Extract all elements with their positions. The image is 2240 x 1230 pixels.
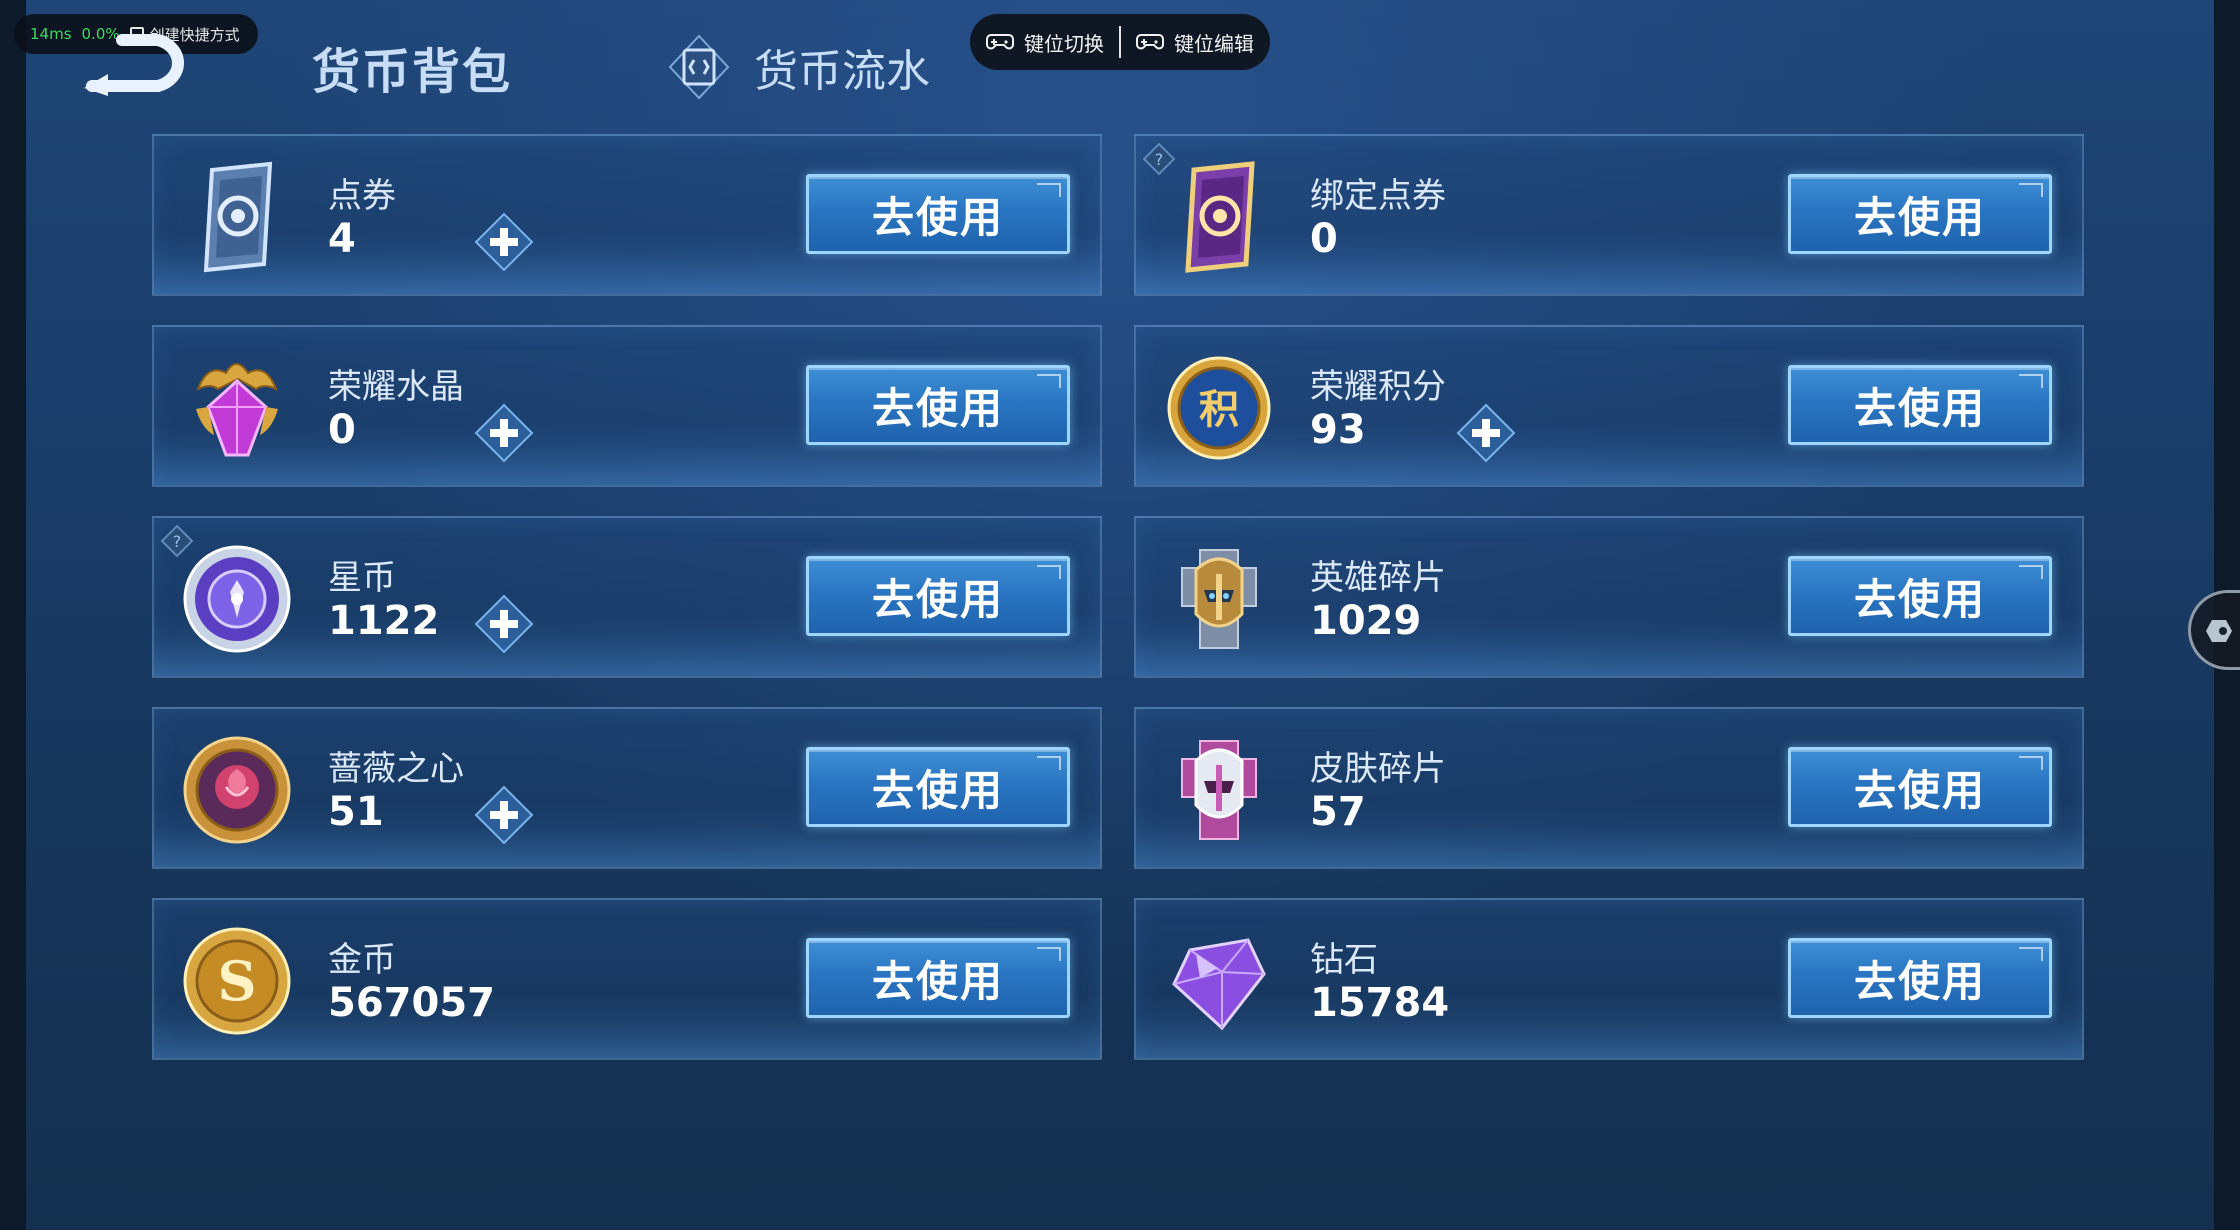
currency-flow-label: 货币流水 <box>754 46 930 97</box>
currency-card-star-coin: ? 星币 1122 去使用 <box>152 516 1102 678</box>
currency-name: 金币 <box>328 940 396 980</box>
diamond-icon <box>1172 938 1266 1031</box>
use-button[interactable]: 去使用 <box>806 556 1070 636</box>
currency-card-glory-points: 积 荣耀积分 93 去使用 <box>1134 325 2084 487</box>
use-button-label: 去使用 <box>871 574 1004 624</box>
currency-amount: 1122 <box>328 598 440 644</box>
use-button[interactable]: 去使用 <box>1788 747 2052 827</box>
keymap-edit-button[interactable]: 键位编辑 <box>1136 28 1254 57</box>
page-title: 货币背包 <box>312 44 513 100</box>
keymap-divider <box>1119 26 1121 58</box>
game-screen: 14ms 0.0% 创建快捷方式 键位切换 键位编辑 货币背包 货币流水 点券 … <box>0 0 2240 1230</box>
currency-name: 绑定点券 <box>1310 176 1446 216</box>
use-button-label: 去使用 <box>871 192 1004 242</box>
currency-amount: 0 <box>328 407 356 453</box>
hexagon-icon <box>2206 620 2232 642</box>
currency-flow-icon <box>668 34 730 100</box>
voucher-icon <box>203 161 273 273</box>
keymap-edit-label: 键位编辑 <box>1174 31 1254 56</box>
currency-card-glory-crystal: 荣耀水晶 0 去使用 <box>152 325 1102 487</box>
currency-card-rose-heart: 蔷薇之心 51 去使用 <box>152 707 1102 869</box>
gold-coin-icon: S <box>183 927 291 1035</box>
hero-shard-icon <box>1181 549 1257 649</box>
use-button[interactable]: 去使用 <box>806 938 1070 1018</box>
glory-crystal-icon <box>196 363 278 457</box>
left-border <box>0 0 26 1230</box>
currency-card-skin-shard: 皮肤碎片 57 去使用 <box>1134 707 2084 869</box>
currency-name: 皮肤碎片 <box>1310 749 1446 789</box>
use-button[interactable]: 去使用 <box>806 365 1070 445</box>
side-panel-handle[interactable] <box>2188 590 2240 670</box>
rose-heart-icon <box>183 736 291 844</box>
currency-flow-tab[interactable]: 货币流水 <box>664 32 930 102</box>
currency-card-gold-coin: S 金币 567057 去使用 <box>152 898 1102 1060</box>
currency-card-bound-voucher: ? 绑定点券 0 去使用 <box>1134 134 2084 296</box>
use-button-label: 去使用 <box>1853 383 1986 433</box>
currency-name: 星币 <box>328 558 396 598</box>
currency-amount: 15784 <box>1310 980 1450 1026</box>
currency-name: 蔷薇之心 <box>328 749 464 789</box>
use-button-label: 去使用 <box>1853 765 1986 815</box>
currency-name: 点券 <box>328 176 396 216</box>
currency-name: 荣耀积分 <box>1310 367 1446 407</box>
use-button-label: 去使用 <box>1853 192 1986 242</box>
use-button-label: 去使用 <box>871 383 1004 433</box>
currency-amount: 93 <box>1310 407 1366 453</box>
currency-amount: 567057 <box>328 980 495 1026</box>
use-button-label: 去使用 <box>871 956 1004 1006</box>
use-button[interactable]: 去使用 <box>1788 365 2052 445</box>
currency-amount: 1029 <box>1310 598 1422 644</box>
keymap-toolbar: 键位切换 键位编辑 <box>970 14 1270 70</box>
plus-icon[interactable] <box>472 592 536 656</box>
currency-card-diamond: 钻石 15784 去使用 <box>1134 898 2084 1060</box>
currency-amount: 4 <box>328 216 356 262</box>
star-coin-icon <box>183 545 291 653</box>
keymap-switch-button[interactable]: 键位切换 <box>986 28 1104 57</box>
plus-icon[interactable] <box>472 210 536 274</box>
glory-points-icon: 积 <box>1167 356 1271 460</box>
currency-card-hero-shard: 英雄碎片 1029 去使用 <box>1134 516 2084 678</box>
plus-icon[interactable] <box>1454 401 1518 465</box>
use-button[interactable]: 去使用 <box>1788 938 2052 1018</box>
plus-icon[interactable] <box>472 783 536 847</box>
keymap-switch-label: 键位切换 <box>1024 31 1104 56</box>
currency-card-voucher: 点券 4 去使用 <box>152 134 1102 296</box>
currency-name: 钻石 <box>1310 940 1378 980</box>
svg-text:S: S <box>218 949 257 1013</box>
use-button-label: 去使用 <box>1853 956 1986 1006</box>
latency-text: 14ms <box>30 25 72 43</box>
currency-amount: 0 <box>1310 216 1338 262</box>
use-button[interactable]: 去使用 <box>1788 174 2052 254</box>
currency-name: 英雄碎片 <box>1310 558 1446 598</box>
gamepad-icon <box>1136 34 1164 50</box>
use-button-label: 去使用 <box>1853 574 1986 624</box>
back-arrow-icon[interactable] <box>78 30 190 96</box>
gamepad-icon <box>986 34 1014 50</box>
use-button-label: 去使用 <box>871 765 1004 815</box>
use-button[interactable]: 去使用 <box>806 174 1070 254</box>
plus-icon[interactable] <box>472 401 536 465</box>
skin-shard-icon <box>1181 740 1257 840</box>
currency-name: 荣耀水晶 <box>328 367 464 407</box>
bound-voucher-icon <box>1185 161 1255 273</box>
use-button[interactable]: 去使用 <box>806 747 1070 827</box>
currency-amount: 57 <box>1310 789 1366 835</box>
use-button[interactable]: 去使用 <box>1788 556 2052 636</box>
svg-text:积: 积 <box>1199 387 1239 433</box>
currency-amount: 51 <box>328 789 384 835</box>
